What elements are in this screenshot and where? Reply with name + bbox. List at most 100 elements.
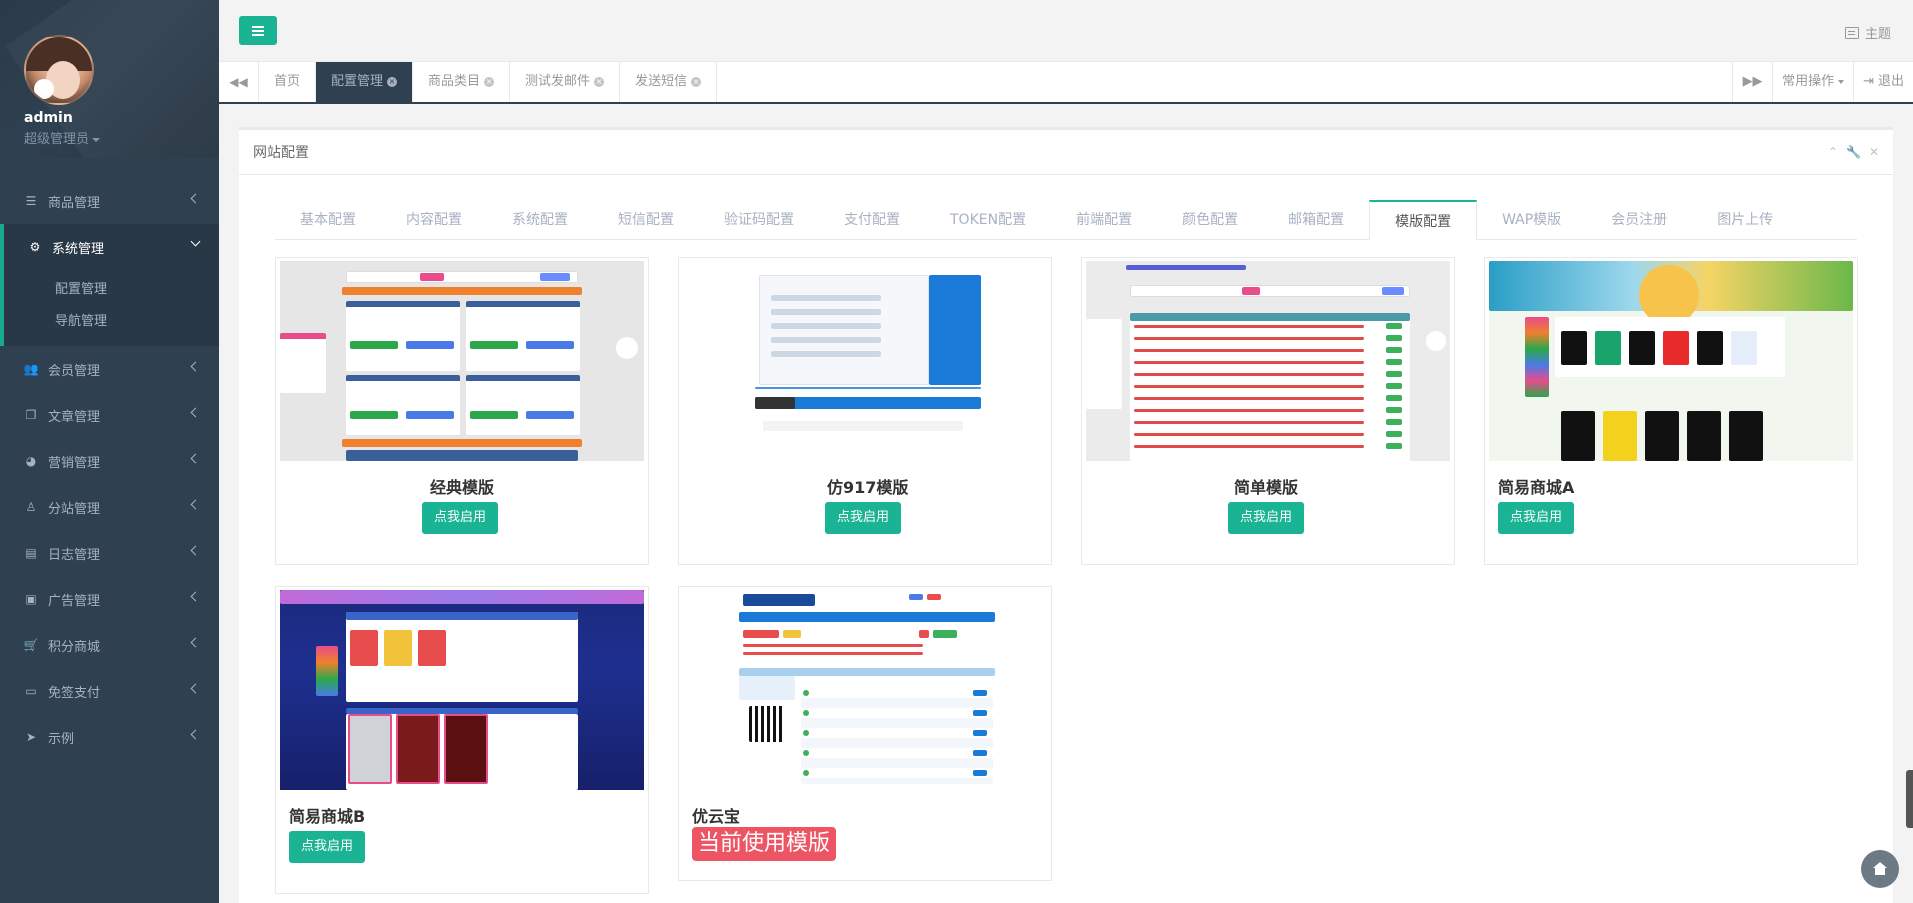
template-card: 简易商城B 点我启用 — [275, 586, 649, 894]
template-card-current: 优云宝 当前使用模版 — [678, 586, 1052, 881]
config-tab-template[interactable]: 模版配置 — [1369, 200, 1478, 241]
profile-panel: admin 超级管理员 — [0, 0, 219, 158]
nav-item-marketing[interactable]: ◕ 营销管理 — [0, 438, 219, 484]
close-icon[interactable]: ✕ — [1869, 145, 1879, 159]
page-tabs: 首页 配置管理 × 商品类目 × 测试发邮件 × 发送短信 × — [259, 62, 718, 102]
current-template-badge: 当前使用模版 — [692, 827, 837, 861]
chevron-left-icon — [190, 407, 201, 418]
panel-title: 网站配置 — [253, 145, 309, 161]
config-tab-color[interactable]: 颜色配置 — [1157, 200, 1263, 240]
config-tab-payment[interactable]: 支付配置 — [819, 200, 925, 240]
common-ops-dropdown[interactable]: 常用操作 — [1772, 62, 1853, 102]
tab-config[interactable]: 配置管理 × — [316, 62, 414, 102]
template-card: 经典模版 点我启用 — [275, 257, 649, 565]
caret-down-icon — [92, 137, 101, 142]
config-tab-sms[interactable]: 短信配置 — [593, 200, 699, 240]
chevron-left-icon — [190, 361, 201, 372]
nav-item-example[interactable]: ➤ 示例 — [0, 714, 219, 760]
gear-icon: ⚙ — [29, 240, 41, 254]
paper-plane-icon: ➤ — [25, 730, 37, 744]
nav-item-substation[interactable]: ♙ 分站管理 — [0, 484, 219, 530]
config-tab-member-register[interactable]: 会员注册 — [1586, 200, 1692, 240]
page-tabs-bar: ◀◀ 首页 配置管理 × 商品类目 × 测试发邮件 × 发送短信 × ▶▶ 常用操作 ⇥… — [219, 62, 1913, 104]
template-preview-image — [280, 261, 644, 461]
chevron-left-icon — [190, 729, 201, 740]
child-icon: ♙ — [25, 500, 37, 514]
config-tab-image-upload[interactable]: 图片上传 — [1692, 200, 1798, 240]
tabs-scroll-right-button[interactable]: ▶▶ — [1732, 62, 1772, 102]
template-name: 仿917模版 — [827, 478, 909, 497]
template-card: 简易商城A 点我启用 — [1484, 257, 1858, 565]
profile-name: admin — [24, 110, 73, 126]
template-preview-image — [683, 590, 1047, 790]
caret-down-icon — [1838, 80, 1845, 84]
nav-item-system[interactable]: ⚙ 系统管理 — [0, 224, 219, 270]
users-icon: 👥 — [23, 362, 39, 376]
tabs-scroll-left-button[interactable]: ◀◀ — [219, 62, 259, 102]
config-tab-frontend[interactable]: 前端配置 — [1051, 200, 1157, 240]
config-tab-wap-template[interactable]: WAP模版 — [1477, 200, 1586, 240]
nav-item-ads[interactable]: ▣ 广告管理 — [0, 576, 219, 622]
subnav-item-navigation[interactable]: 导航管理 — [4, 306, 219, 338]
enable-template-button[interactable]: 点我启用 — [422, 502, 499, 534]
template-card: 仿917模版 点我启用 — [678, 257, 1052, 565]
enable-template-button[interactable]: 点我启用 — [1498, 502, 1575, 534]
chevron-left-icon — [190, 637, 201, 648]
config-tab-basic[interactable]: 基本配置 — [275, 200, 381, 240]
subnav-item-config[interactable]: 配置管理 — [4, 274, 219, 306]
template-preview-image — [280, 590, 644, 790]
enable-template-button[interactable]: 点我启用 — [289, 831, 366, 863]
theme-button[interactable]: 主题 — [1844, 23, 1891, 42]
nav-item-articles[interactable]: ❐ 文章管理 — [0, 392, 219, 438]
config-tab-email[interactable]: 邮箱配置 — [1263, 200, 1369, 240]
template-preview-image — [1489, 261, 1853, 461]
avatar[interactable] — [24, 35, 94, 105]
tab-goods-category[interactable]: 商品类目 × — [413, 62, 511, 102]
subnav-system: 配置管理 导航管理 — [0, 270, 219, 346]
template-card: 简单模版 点我启用 — [1081, 257, 1455, 565]
config-tab-captcha[interactable]: 验证码配置 — [699, 200, 819, 240]
collapse-icon[interactable]: ⌃ — [1828, 145, 1838, 159]
template-preview-image — [1086, 261, 1450, 461]
nav-item-logs[interactable]: ▤ 日志管理 — [0, 530, 219, 576]
chevron-left-icon — [190, 453, 201, 464]
close-icon[interactable]: × — [691, 77, 702, 87]
page-scrollbar[interactable] — [1906, 770, 1913, 828]
chevron-left-icon — [190, 193, 201, 204]
enable-template-button[interactable]: 点我启用 — [1228, 502, 1305, 534]
tab-home[interactable]: 首页 — [259, 62, 317, 102]
panel-header: 网站配置 ⌃ 🔧 ✕ — [239, 127, 1893, 175]
config-tab-system[interactable]: 系统配置 — [487, 200, 593, 240]
sidebar: admin 超级管理员 ☰ 商品管理 ⚙ 系统管理 配置管理 导航管理 👥 会员管理 … — [0, 0, 219, 903]
menu-toggle-button[interactable] — [239, 16, 277, 45]
template-name: 简单模版 — [1234, 478, 1299, 497]
close-icon[interactable]: × — [387, 77, 398, 87]
chevron-down-icon — [190, 236, 201, 247]
profile-role-dropdown[interactable]: 超级管理员 — [24, 128, 101, 147]
cart-icon: 🛒 — [23, 638, 39, 652]
logout-button[interactable]: ⇥ 退出 — [1853, 62, 1913, 102]
config-tabs: 基本配置 内容配置 系统配置 短信配置 验证码配置 支付配置 TOKEN配置 前… — [275, 200, 1857, 241]
forward-icon: ▶▶ — [1742, 74, 1763, 89]
template-name: 简易商城A — [1498, 478, 1575, 497]
back-to-home-button[interactable] — [1861, 850, 1899, 888]
theme-icon — [1844, 26, 1859, 39]
profile-role: 超级管理员 — [24, 132, 90, 147]
nav-item-goods[interactable]: ☰ 商品管理 — [0, 178, 219, 224]
close-icon[interactable]: × — [594, 77, 605, 87]
enable-template-button[interactable]: 点我启用 — [825, 502, 902, 534]
copy-icon: ❐ — [25, 408, 37, 422]
template-name: 优云宝 — [692, 807, 741, 826]
server-icon: ▤ — [25, 546, 37, 560]
close-icon[interactable]: × — [484, 77, 495, 87]
tab-send-sms[interactable]: 发送短信 × — [620, 62, 718, 102]
tab-test-email[interactable]: 测试发邮件 × — [510, 62, 621, 102]
nav-item-points-mall[interactable]: 🛒 积分商城 — [0, 622, 219, 668]
config-tab-content[interactable]: 内容配置 — [381, 200, 487, 240]
nav-item-members[interactable]: 👥 会员管理 — [0, 346, 219, 392]
nav-item-free-pay[interactable]: ▭ 免签支付 — [0, 668, 219, 714]
template-name: 经典模版 — [430, 478, 495, 497]
sign-out-icon: ⇥ — [1863, 74, 1874, 89]
config-tab-token[interactable]: TOKEN配置 — [925, 200, 1051, 240]
wrench-icon[interactable]: 🔧 — [1846, 145, 1861, 159]
